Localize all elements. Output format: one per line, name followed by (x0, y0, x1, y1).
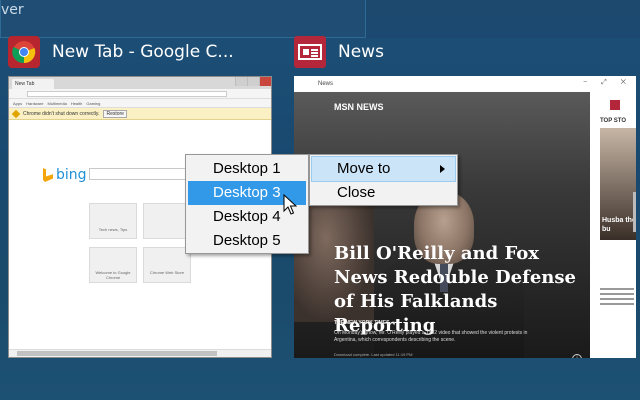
menu-item-label: Desktop 5 (213, 232, 281, 249)
tile-label: Tech news, Tips (98, 227, 128, 232)
news-titlebar: News − ⤢ ✕ (294, 76, 636, 92)
chrome-horizontal-scrollbar (9, 349, 271, 357)
menu-item-label: Close (337, 184, 376, 201)
mouse-pointer-icon (283, 194, 297, 215)
news-hero-image: MSN NEWS Bill O'Reilly and Fox News Redo… (294, 92, 590, 358)
info-icon: i (572, 354, 582, 358)
window-title-news: News (338, 42, 384, 62)
news-window-thumbnail[interactable]: News − ⤢ ✕ MSN NEWS Bill O'Reilly and Fo… (294, 76, 636, 358)
window-title-chrome: New Tab - Google C... (52, 42, 234, 62)
menu-item-move-to[interactable]: Move to (311, 156, 456, 182)
window-caption-chrome[interactable]: New Tab - Google C... (8, 34, 234, 70)
window-caption-news[interactable]: News (294, 34, 384, 70)
menu-item-desktop-1[interactable]: Desktop 1 (188, 157, 306, 181)
bing-wordmark: bing (56, 167, 87, 183)
menu-item-label: Move to (337, 160, 391, 177)
menu-item-label: Desktop 4 (213, 208, 281, 225)
news-side-panel: TOP STO Husba the bu (590, 92, 636, 358)
top-stories-label: TOP STO (600, 118, 627, 124)
bookmark-item: Hardware (26, 100, 44, 106)
bookmark-item: Apps (13, 100, 23, 106)
pin-icon (610, 100, 620, 110)
news-summary: On Monday's show, Mr. O'Reilly played a … (334, 330, 528, 343)
speed-dial-tile (143, 247, 191, 283)
chrome-icon (8, 36, 40, 68)
window-context-menu: Move to Close (309, 154, 458, 206)
tile-label: Welcome to Google Chrome (95, 270, 131, 280)
menu-item-label: Desktop 1 (213, 160, 281, 177)
news-footnote: Download complete. Last updated 11:19 PM (334, 352, 413, 357)
restore-button: Restore (103, 109, 127, 118)
speed-dial-tile (89, 203, 137, 239)
side-scrollbar (633, 192, 636, 232)
bing-icon (43, 168, 53, 182)
chrome-infobar: Chrome didn't shut down correctly. Resto… (9, 108, 271, 120)
news-app-title: News (318, 81, 334, 87)
chrome-tab: New Tab (12, 79, 54, 89)
menu-item-label: Desktop 3 (213, 184, 281, 201)
news-icon (294, 36, 326, 68)
chrome-titlebar: New Tab (9, 77, 271, 89)
infobar-text: Chrome didn't shut down correctly. (23, 110, 100, 117)
bing-logo: bing (43, 167, 87, 183)
menu-item-close[interactable]: Close (312, 181, 455, 205)
background-window: ver (0, 0, 366, 38)
bookmark-item: Health (70, 100, 83, 106)
news-source: THE NEW YORK TIMES (334, 320, 390, 326)
chrome-toolbar (9, 89, 271, 99)
speed-dial-tile (143, 203, 191, 239)
chrome-window-buttons (235, 77, 271, 86)
chrome-bookmarks-bar: Apps Hardware Multimedia Health Gaming (9, 99, 271, 108)
submenu-arrow-icon (440, 165, 445, 173)
warning-icon (11, 109, 21, 118)
side-story-text (600, 288, 634, 308)
tile-label: Chrome Web Store (149, 270, 185, 275)
bookmark-item: Gaming (86, 100, 101, 106)
background-window-title: ver (1, 2, 24, 18)
msn-news-label: MSN NEWS (334, 102, 384, 112)
chrome-omnibox (27, 91, 227, 97)
news-window-buttons: − ⤢ ✕ (583, 79, 632, 86)
side-story-caption: Husba the bu (602, 217, 636, 233)
bing-search-box (89, 168, 189, 180)
menu-item-desktop-5[interactable]: Desktop 5 (188, 229, 306, 253)
bookmark-item: Multimedia (47, 100, 67, 106)
